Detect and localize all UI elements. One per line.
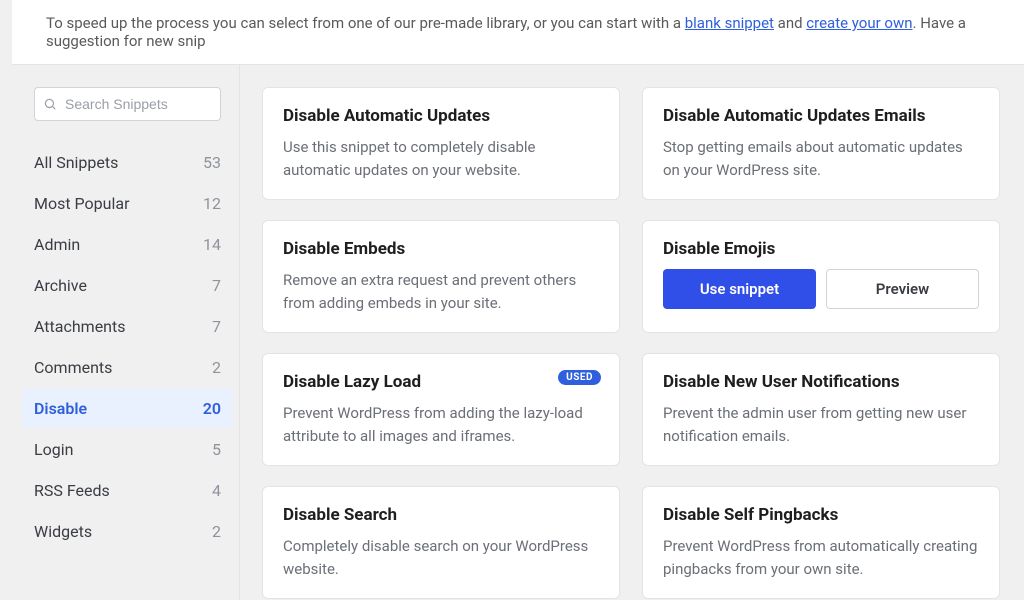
category-label: Disable: [34, 399, 87, 418]
snippet-card[interactable]: Disable Automatic Updates Use this snippe…: [262, 87, 620, 200]
category-count: 7: [212, 317, 221, 336]
used-badge: USED: [558, 370, 601, 385]
category-count: 2: [212, 522, 221, 541]
snippet-grid: Disable Automatic Updates Use this snippe…: [262, 87, 1024, 599]
category-count: 53: [203, 153, 221, 172]
snippet-description: Stop getting emails about automatic upda…: [663, 136, 979, 181]
snippet-card[interactable]: Disable Automatic Updates Emails Stop get…: [642, 87, 1000, 200]
snippet-description: Use this snippet to completely disable a…: [283, 136, 599, 181]
snippet-title: Disable Automatic Updates Emails: [663, 106, 979, 126]
snippet-card[interactable]: USEDDisable Lazy Load Prevent WordPress f…: [262, 353, 620, 466]
preview-button[interactable]: Preview: [826, 269, 979, 309]
search-wrapper: [34, 87, 221, 121]
card-actions: Use snippetPreview: [663, 269, 979, 309]
snippet-card[interactable]: Disable New User Notifications Prevent th…: [642, 353, 1000, 466]
snippet-title: Disable Automatic Updates: [283, 106, 599, 126]
search-icon: [43, 97, 57, 111]
snippet-description: Prevent WordPress from automatically cre…: [663, 535, 979, 580]
snippet-description: Completely disable search on your WordPr…: [283, 535, 599, 580]
snippet-card[interactable]: Disable Self Pingbacks Prevent WordPress …: [642, 486, 1000, 599]
sidebar-item-widgets[interactable]: Widgets 2: [22, 512, 233, 551]
sidebar-item-archive[interactable]: Archive 7: [22, 266, 233, 305]
category-label: Attachments: [34, 317, 126, 336]
snippet-card[interactable]: Disable Embeds Remove an extra request an…: [262, 220, 620, 333]
category-label: All Snippets: [34, 153, 118, 172]
snippet-title: Disable Search: [283, 505, 599, 525]
category-label: Most Popular: [34, 194, 130, 213]
sidebar-item-comments[interactable]: Comments 2: [22, 348, 233, 387]
search-input[interactable]: [34, 87, 221, 121]
snippet-description: Remove an extra request and prevent othe…: [283, 269, 599, 314]
category-label: Admin: [34, 235, 80, 254]
category-label: Comments: [34, 358, 112, 377]
snippet-title: Disable Self Pingbacks: [663, 505, 979, 525]
sidebar-item-login[interactable]: Login 5: [22, 430, 233, 469]
main-content: Disable Automatic Updates Use this snippe…: [240, 65, 1024, 600]
banner-text-prefix: To speed up the process you can select f…: [46, 14, 685, 32]
snippet-description: Prevent the admin user from getting new …: [663, 402, 979, 447]
snippet-title: Disable New User Notifications: [663, 372, 979, 392]
banner-text-mid: and: [774, 14, 806, 32]
sidebar-item-most-popular[interactable]: Most Popular 12: [22, 184, 233, 223]
snippet-card[interactable]: Disable Search Completely disable search …: [262, 486, 620, 599]
sidebar-item-rss-feeds[interactable]: RSS Feeds 4: [22, 471, 233, 510]
category-count: 2: [212, 358, 221, 377]
category-count: 7: [212, 276, 221, 295]
snippet-card[interactable]: Disable Emojis Use snippetPreview: [642, 220, 1000, 333]
create-your-own-link[interactable]: create your own: [806, 14, 912, 32]
use-snippet-button[interactable]: Use snippet: [663, 269, 816, 309]
sidebar-item-all-snippets[interactable]: All Snippets 53: [22, 143, 233, 182]
category-label: Login: [34, 440, 73, 459]
info-banner: To speed up the process you can select f…: [12, 0, 1024, 65]
snippet-title: Disable Lazy Load: [283, 372, 599, 392]
snippet-description: Prevent WordPress from adding the lazy-l…: [283, 402, 599, 447]
category-label: Widgets: [34, 522, 92, 541]
sidebar-item-disable[interactable]: Disable 20: [22, 389, 233, 428]
snippet-title: Disable Emojis: [663, 239, 979, 259]
category-label: Archive: [34, 276, 87, 295]
category-count: 12: [203, 194, 221, 213]
category-label: RSS Feeds: [34, 481, 110, 500]
category-count: 14: [203, 235, 221, 254]
sidebar-item-attachments[interactable]: Attachments 7: [22, 307, 233, 346]
snippet-title: Disable Embeds: [283, 239, 599, 259]
sidebar-item-admin[interactable]: Admin 14: [22, 225, 233, 264]
category-count: 20: [203, 399, 221, 418]
blank-snippet-link[interactable]: blank snippet: [685, 14, 774, 32]
category-count: 5: [212, 440, 221, 459]
category-count: 4: [212, 481, 221, 500]
sidebar: All Snippets 53 Most Popular 12 Admin 14 Archi…: [0, 65, 240, 600]
category-list: All Snippets 53 Most Popular 12 Admin 14 Archi…: [34, 143, 221, 551]
